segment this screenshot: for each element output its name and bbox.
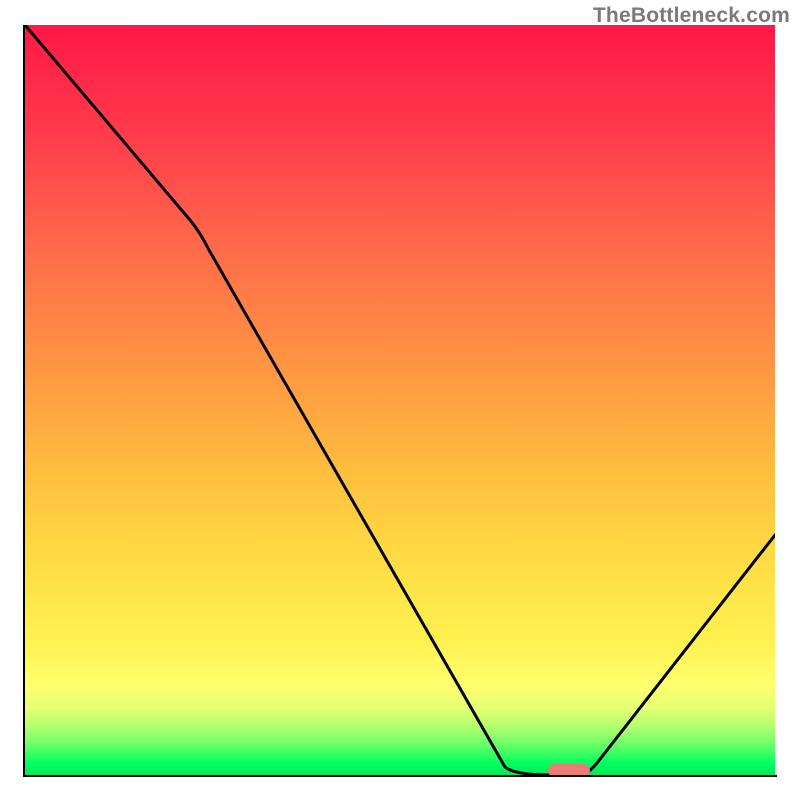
y-axis (23, 25, 25, 777)
attribution-text: TheBottleneck.com (593, 4, 790, 28)
bottleneck-chart: TheBottleneck.com (0, 0, 800, 800)
x-axis (23, 775, 777, 777)
curve-svg (25, 25, 775, 775)
bottleneck-curve-path (25, 25, 775, 775)
